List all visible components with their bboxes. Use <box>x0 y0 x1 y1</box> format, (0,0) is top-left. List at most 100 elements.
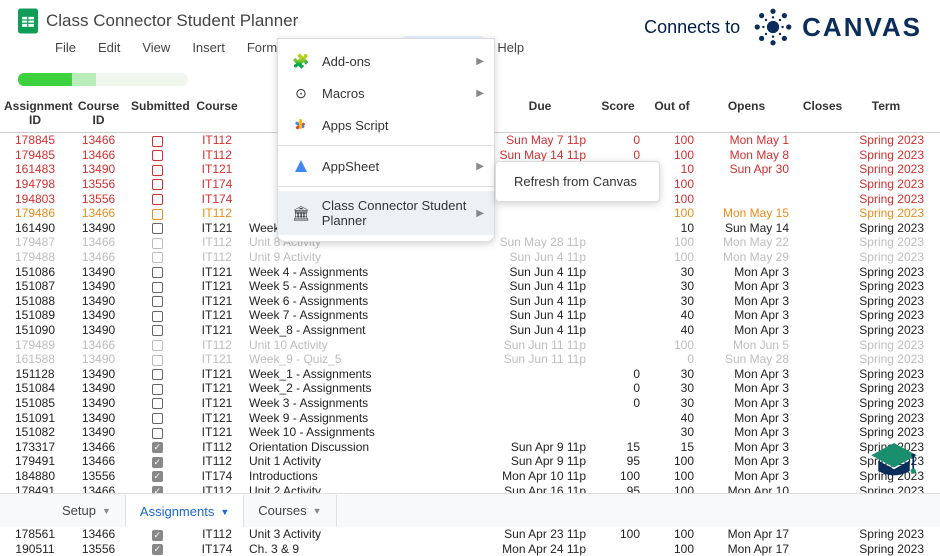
cell-cid[interactable]: 13466 <box>70 338 127 352</box>
cell-opens[interactable]: Mon Apr 3 <box>700 454 795 468</box>
cell-term[interactable]: Spring 2023 <box>850 206 930 220</box>
cell-opens[interactable]: Sun May 14 <box>700 221 795 235</box>
cell-submitted[interactable] <box>127 469 187 483</box>
checkbox-icon[interactable] <box>152 398 163 409</box>
checkbox-icon[interactable] <box>152 223 163 234</box>
cell-cid[interactable]: 13490 <box>70 279 127 293</box>
cell-assignment-name[interactable]: Week_2 - Assignments <box>247 381 492 395</box>
cell-course[interactable]: IT112 <box>187 133 247 147</box>
cell-term[interactable]: Spring 2023 <box>850 381 930 395</box>
cell-submitted[interactable] <box>127 323 187 337</box>
cell-term[interactable]: Spring 2023 <box>850 250 930 264</box>
cell-opens[interactable]: Mon Apr 3 <box>700 279 795 293</box>
cell-outof[interactable]: 10 <box>646 221 700 235</box>
cell-cid[interactable]: 13466 <box>70 206 127 220</box>
cell-submitted[interactable] <box>127 454 187 468</box>
checkbox-icon[interactable] <box>152 252 163 263</box>
cell-due[interactable]: Mon Apr 10 11p <box>492 469 592 483</box>
cell-cid[interactable]: 13490 <box>70 396 127 410</box>
cell-assignment-name[interactable]: Week 4 - Assignments <box>247 265 492 279</box>
cell-term[interactable]: Spring 2023 <box>850 265 930 279</box>
menu-insert[interactable]: Insert <box>183 36 234 59</box>
checkbox-icon[interactable] <box>152 471 163 482</box>
cell-submitted[interactable] <box>127 308 187 322</box>
cell-aid[interactable]: 194798 <box>0 177 70 191</box>
cell-outof[interactable]: 30 <box>646 381 700 395</box>
cell-assignment-name[interactable]: Unit 3 Activity <box>247 527 492 541</box>
cell-submitted[interactable] <box>127 133 187 147</box>
cell-outof[interactable]: 30 <box>646 425 700 439</box>
checkbox-icon[interactable] <box>152 384 163 395</box>
cell-due[interactable]: Sun Jun 4 11p <box>492 323 592 337</box>
cell-outof[interactable]: 100 <box>646 133 700 147</box>
cell-score[interactable]: 95 <box>592 454 646 468</box>
table-row[interactable]: 17948813466IT112Unit 9 ActivitySun Jun 4… <box>0 250 940 265</box>
cell-opens[interactable]: Mon Apr 17 <box>700 542 795 556</box>
cell-aid[interactable]: 179489 <box>0 338 70 352</box>
cell-outof[interactable]: 40 <box>646 323 700 337</box>
header-closes[interactable]: Closes <box>795 94 850 132</box>
header-course[interactable]: Course <box>187 94 247 132</box>
cell-opens[interactable]: Mon May 8 <box>700 148 795 162</box>
checkbox-icon[interactable] <box>152 165 163 176</box>
cell-due[interactable]: Sun May 28 11p <box>492 235 592 249</box>
checkbox-icon[interactable] <box>152 442 163 453</box>
cell-course[interactable]: IT121 <box>187 162 247 176</box>
cell-course[interactable]: IT121 <box>187 411 247 425</box>
header-submitted[interactable]: Submitted <box>127 94 187 132</box>
header-opens[interactable]: Opens <box>700 94 795 132</box>
cell-term[interactable]: Spring 2023 <box>850 411 930 425</box>
cell-course[interactable]: IT121 <box>187 294 247 308</box>
cell-aid[interactable]: 151084 <box>0 381 70 395</box>
table-row[interactable]: 17949113466IT112Unit 1 ActivitySun Apr 9… <box>0 454 940 469</box>
menu-help[interactable]: Help <box>488 36 533 59</box>
cell-aid[interactable]: 179485 <box>0 148 70 162</box>
cell-submitted[interactable] <box>127 381 187 395</box>
cell-due[interactable]: Sun Apr 23 11p <box>492 527 592 541</box>
cell-due[interactable]: Sun May 7 11p <box>492 133 592 147</box>
cell-submitted[interactable] <box>127 250 187 264</box>
cell-submitted[interactable] <box>127 542 187 556</box>
cell-cid[interactable]: 13556 <box>70 177 127 191</box>
cell-score[interactable]: 0 <box>592 367 646 381</box>
menu-file[interactable]: File <box>46 36 85 59</box>
table-row[interactable]: 15108713490IT121Week 5 - AssignmentsSun … <box>0 279 940 294</box>
cell-score[interactable]: 0 <box>592 396 646 410</box>
cell-cid[interactable]: 13466 <box>70 250 127 264</box>
cell-course[interactable]: IT121 <box>187 352 247 366</box>
cell-outof[interactable]: 100 <box>646 469 700 483</box>
cell-submitted[interactable] <box>127 396 187 410</box>
cell-assignment-name[interactable]: Week 3 - Assignments <box>247 396 492 410</box>
cell-cid[interactable]: 13490 <box>70 162 127 176</box>
cell-outof[interactable]: 100 <box>646 148 700 162</box>
cell-submitted[interactable] <box>127 192 187 206</box>
cell-assignment-name[interactable]: Week 6 - Assignments <box>247 294 492 308</box>
cell-aid[interactable]: 190511 <box>0 542 70 556</box>
table-row[interactable]: 17948913466IT112Unit 10 ActivitySun Jun … <box>0 337 940 352</box>
cell-cid[interactable]: 13490 <box>70 425 127 439</box>
cell-cid[interactable]: 13466 <box>70 527 127 541</box>
cell-cid[interactable]: 13466 <box>70 133 127 147</box>
cell-aid[interactable]: 161483 <box>0 162 70 176</box>
checkbox-icon[interactable] <box>152 238 163 249</box>
cell-aid[interactable]: 194803 <box>0 192 70 206</box>
cell-opens[interactable]: Mon Apr 3 <box>700 396 795 410</box>
submenu-refresh[interactable]: Refresh from Canvas <box>496 167 659 196</box>
tab-assignments[interactable]: Assignments ▼ <box>126 494 244 527</box>
checkbox-icon[interactable] <box>152 457 163 468</box>
cell-outof[interactable]: 0 <box>646 352 700 366</box>
cell-term[interactable]: Spring 2023 <box>850 192 930 206</box>
document-title[interactable]: Class Connector Student Planner <box>46 11 298 31</box>
cell-aid[interactable]: 161490 <box>0 221 70 235</box>
cell-course[interactable]: IT121 <box>187 425 247 439</box>
cell-cid[interactable]: 13490 <box>70 308 127 322</box>
cell-submitted[interactable] <box>127 425 187 439</box>
cell-course[interactable]: IT112 <box>187 440 247 454</box>
checkbox-icon[interactable] <box>152 311 163 322</box>
cell-opens[interactable]: Mon Apr 3 <box>700 411 795 425</box>
cell-outof[interactable]: 100 <box>646 542 700 556</box>
cell-opens[interactable]: Mon May 29 <box>700 250 795 264</box>
cell-term[interactable]: Spring 2023 <box>850 352 930 366</box>
cell-outof[interactable]: 30 <box>646 279 700 293</box>
cell-cid[interactable]: 13490 <box>70 411 127 425</box>
